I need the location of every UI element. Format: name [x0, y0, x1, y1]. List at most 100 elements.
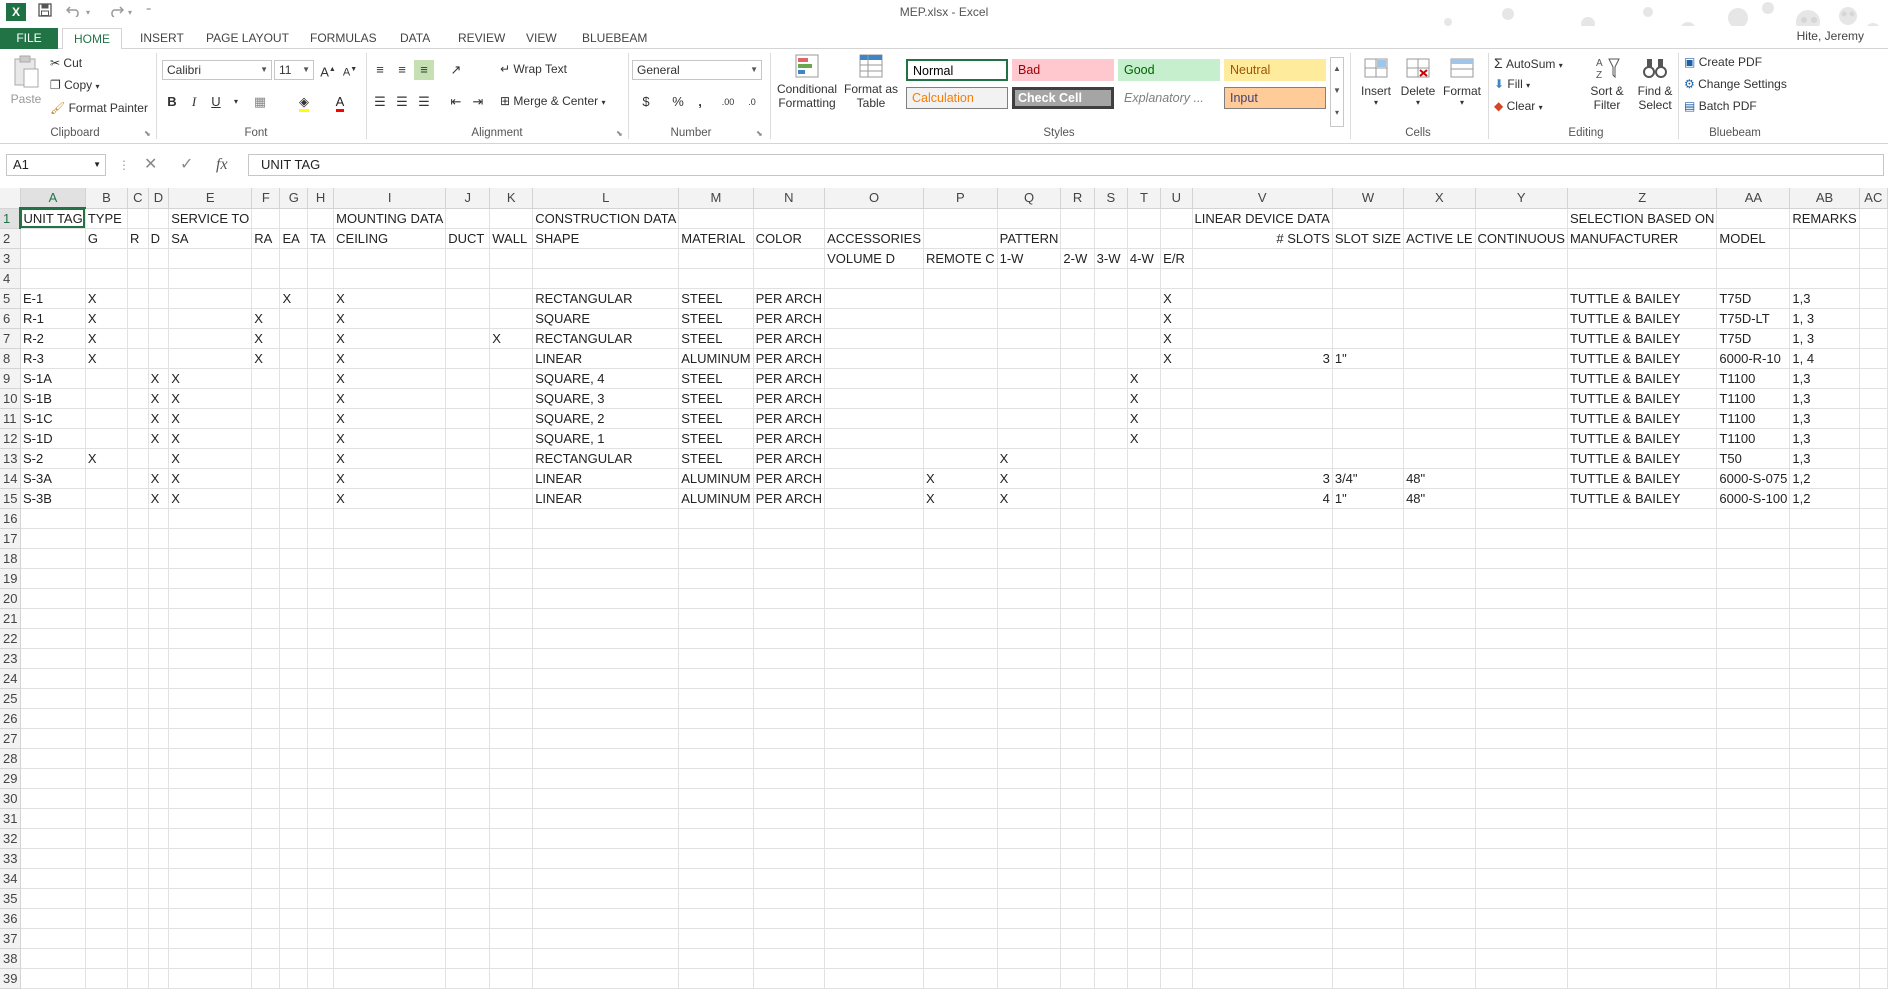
cell-l15[interactable]: LINEAR: [532, 488, 680, 509]
cell-i25[interactable]: [333, 688, 447, 709]
cell-ab7[interactable]: 1, 3: [1789, 328, 1860, 349]
cell-v28[interactable]: [1192, 748, 1333, 769]
cell-ab10[interactable]: 1,3: [1789, 388, 1860, 409]
cell-m28[interactable]: [678, 748, 754, 769]
cell-r20[interactable]: [1060, 588, 1095, 609]
cell-h26[interactable]: [307, 708, 335, 729]
cell-h9[interactable]: [307, 368, 335, 389]
cell-s23[interactable]: [1094, 648, 1128, 669]
cell-t3[interactable]: 4-W: [1127, 248, 1162, 269]
cell-z3[interactable]: [1567, 248, 1718, 269]
cell-ac20[interactable]: [1859, 588, 1888, 609]
tab-insert[interactable]: INSERT: [132, 28, 192, 49]
cell-l39[interactable]: [532, 968, 680, 989]
cell-l30[interactable]: [532, 788, 680, 809]
cell-i30[interactable]: [333, 788, 447, 809]
cell-f26[interactable]: [251, 708, 281, 729]
cell-u39[interactable]: [1160, 968, 1193, 989]
cell-k7[interactable]: X: [489, 328, 534, 349]
cell-ab26[interactable]: [1789, 708, 1860, 729]
cell-v13[interactable]: [1192, 448, 1333, 469]
cell-aa21[interactable]: [1716, 608, 1791, 629]
cell-x13[interactable]: [1403, 448, 1476, 469]
cell-b22[interactable]: [85, 628, 128, 649]
cell-l13[interactable]: RECTANGULAR: [532, 448, 680, 469]
cell-v5[interactable]: [1192, 288, 1333, 309]
cell-e16[interactable]: [168, 508, 253, 529]
cell-b9[interactable]: [85, 368, 128, 389]
cell-d15[interactable]: X: [148, 488, 170, 509]
cell-style-neutral[interactable]: Neutral: [1224, 59, 1326, 81]
enter-icon[interactable]: ✓: [180, 154, 193, 176]
cell-i4[interactable]: [333, 268, 447, 289]
cell-u14[interactable]: [1160, 468, 1193, 489]
cell-o16[interactable]: [824, 508, 924, 529]
column-header-a[interactable]: A: [20, 188, 86, 209]
cell-e23[interactable]: [168, 648, 253, 669]
cell-x4[interactable]: [1403, 268, 1476, 289]
cell-g25[interactable]: [279, 688, 309, 709]
cell-y7[interactable]: [1475, 328, 1568, 349]
cell-z29[interactable]: [1567, 768, 1718, 789]
cell-d13[interactable]: [148, 448, 170, 469]
format-cells-button[interactable]: Format ▾: [1440, 55, 1484, 107]
decrease-indent-icon[interactable]: ⇤: [446, 92, 466, 112]
cell-m12[interactable]: STEEL: [678, 428, 754, 449]
cell-m17[interactable]: [678, 528, 754, 549]
cell-z10[interactable]: TUTTLE & BAILEY: [1567, 388, 1718, 409]
cell-t12[interactable]: X: [1127, 428, 1162, 449]
cell-q14[interactable]: X: [997, 468, 1062, 489]
cell-r27[interactable]: [1060, 728, 1095, 749]
cell-aa18[interactable]: [1716, 548, 1791, 569]
cell-q2[interactable]: PATTERN: [997, 228, 1062, 249]
cell-v10[interactable]: [1192, 388, 1333, 409]
cell-aa6[interactable]: T75D-LT: [1716, 308, 1791, 329]
cell-n4[interactable]: [753, 268, 826, 289]
cell-x38[interactable]: [1403, 948, 1476, 969]
cell-p22[interactable]: [923, 628, 998, 649]
font-color-icon[interactable]: A: [330, 92, 350, 112]
cell-d9[interactable]: X: [148, 368, 170, 389]
cell-u20[interactable]: [1160, 588, 1193, 609]
cell-n32[interactable]: [753, 828, 826, 849]
cell-f17[interactable]: [251, 528, 281, 549]
cell-y23[interactable]: [1475, 648, 1568, 669]
cell-j9[interactable]: [445, 368, 491, 389]
cell-b38[interactable]: [85, 948, 128, 969]
cell-z7[interactable]: TUTTLE & BAILEY: [1567, 328, 1718, 349]
cell-ab2[interactable]: [1789, 228, 1860, 249]
cell-c16[interactable]: [127, 508, 149, 529]
cell-k24[interactable]: [489, 668, 534, 689]
cell-l36[interactable]: [532, 908, 680, 929]
row-header[interactable]: 16: [0, 508, 21, 529]
cell-q24[interactable]: [997, 668, 1062, 689]
cell-w21[interactable]: [1332, 608, 1405, 629]
cell-q37[interactable]: [997, 928, 1062, 949]
cell-d33[interactable]: [148, 848, 170, 869]
cell-p25[interactable]: [923, 688, 998, 709]
cell-k2[interactable]: WALL: [489, 228, 534, 249]
cell-u19[interactable]: [1160, 568, 1193, 589]
cell-aa36[interactable]: [1716, 908, 1791, 929]
cell-v34[interactable]: [1192, 868, 1333, 889]
cell-ac25[interactable]: [1859, 688, 1888, 709]
cell-a34[interactable]: [20, 868, 86, 889]
cell-ac11[interactable]: [1859, 408, 1888, 429]
cell-c30[interactable]: [127, 788, 149, 809]
cell-aa14[interactable]: 6000-S-075: [1716, 468, 1791, 489]
cell-n6[interactable]: PER ARCH: [753, 308, 826, 329]
cell-l20[interactable]: [532, 588, 680, 609]
cell-q18[interactable]: [997, 548, 1062, 569]
cell-b5[interactable]: X: [85, 288, 128, 309]
cell-j6[interactable]: [445, 308, 491, 329]
cell-aa4[interactable]: [1716, 268, 1791, 289]
cell-t38[interactable]: [1127, 948, 1162, 969]
cell-e33[interactable]: [168, 848, 253, 869]
cell-x30[interactable]: [1403, 788, 1476, 809]
cell-f3[interactable]: [251, 248, 281, 269]
cell-i1[interactable]: MOUNTING DATA: [333, 208, 447, 229]
cell-j17[interactable]: [445, 528, 491, 549]
cell-l28[interactable]: [532, 748, 680, 769]
cell-h28[interactable]: [307, 748, 335, 769]
cell-c31[interactable]: [127, 808, 149, 829]
